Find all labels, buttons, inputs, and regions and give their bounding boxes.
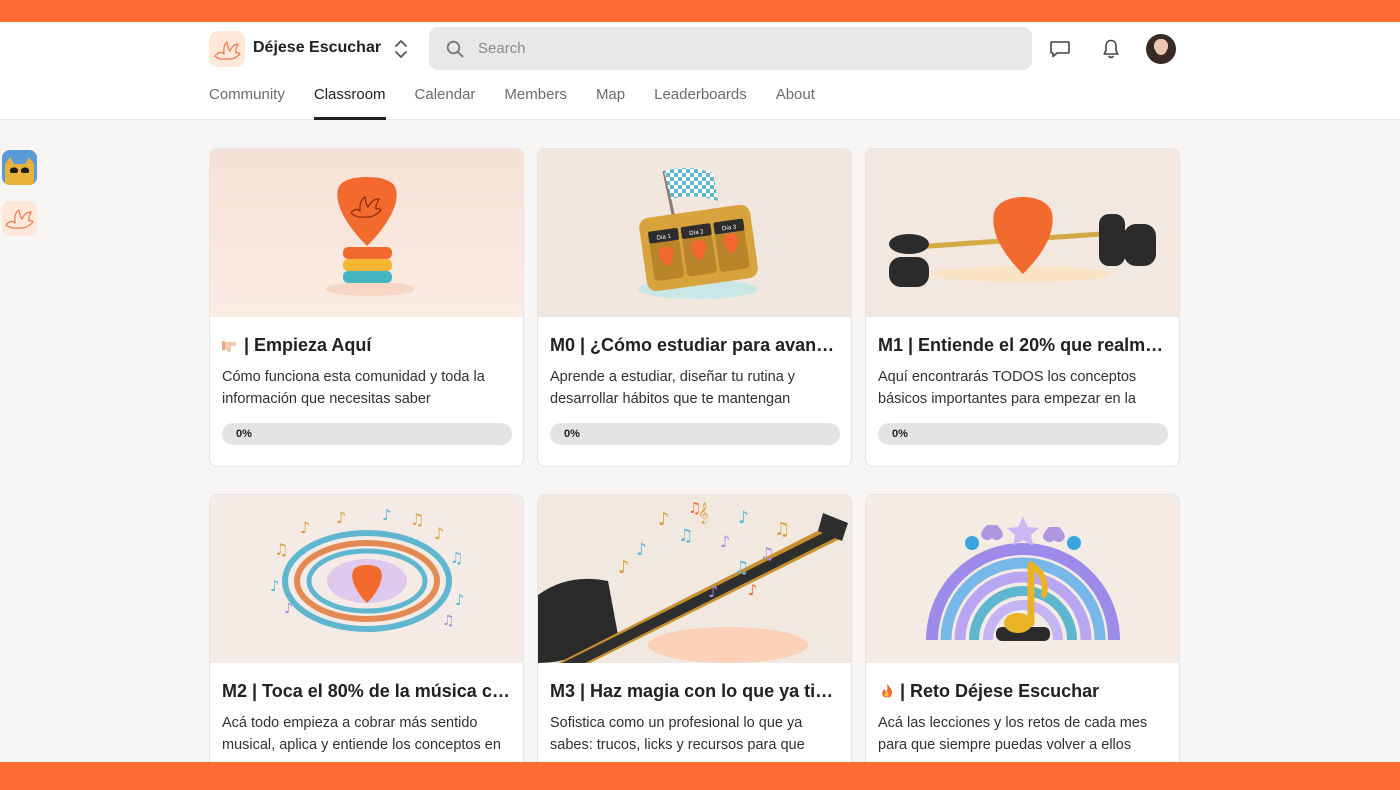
svg-text:♪: ♪ xyxy=(336,508,346,527)
bell-icon[interactable] xyxy=(1099,37,1123,61)
bottom-accent-band xyxy=(0,762,1400,790)
community-logo-icon[interactable] xyxy=(209,31,245,67)
course-card[interactable]: | Reto Déjese Escuchar Acá las lecciones… xyxy=(865,494,1180,790)
course-thumbnail xyxy=(210,149,523,317)
course-progress: 0% xyxy=(878,423,1168,445)
tab-community[interactable]: Community xyxy=(209,86,285,120)
course-thumbnail xyxy=(866,149,1179,317)
fire-icon xyxy=(882,684,892,698)
search-input[interactable] xyxy=(478,40,998,57)
progress-label: 0% xyxy=(236,428,252,440)
sidebar-community-dejese-icon[interactable] xyxy=(2,201,37,236)
search-icon xyxy=(446,40,464,57)
course-progress: 0% xyxy=(550,423,840,445)
svg-text:♪: ♪ xyxy=(270,577,280,595)
tab-classroom[interactable]: Classroom xyxy=(313,86,386,120)
svg-text:♫: ♫ xyxy=(410,510,424,529)
svg-text:♫: ♫ xyxy=(442,613,455,629)
community-switcher-icon[interactable] xyxy=(392,38,410,60)
svg-text:♫: ♫ xyxy=(774,519,790,540)
course-card[interactable]: ♪ ♪ ♫ ♪ ♫ ♪ ♫ ♪ ♪ ♪ ♫ M2 | Toca el 80% de la mú… xyxy=(209,494,524,790)
course-title[interactable]: M0 | ¿Cómo estudiar para avanzar rápido? xyxy=(550,335,842,356)
course-thumbnail: Día 1 Día 2 Día 3 xyxy=(538,149,851,317)
svg-text:♪: ♪ xyxy=(284,601,293,617)
tab-about[interactable]: About xyxy=(776,86,815,120)
course-description: Acá las lecciones y los retos de cada me… xyxy=(878,715,1148,753)
course-card[interactable]: ♪ 𝄞 ♫ ♪ ♫ ♪ ♪ ♫ ♪ ♫ ♪ ♫ ♪ M3 | Haz magia con lo q… xyxy=(537,494,852,790)
course-card[interactable]: Día 1 Día 2 Día 3 M0 | ¿Cómo estudiar pa… xyxy=(537,148,852,467)
svg-text:♪: ♪ xyxy=(300,518,310,537)
course-title[interactable]: | Empieza Aquí xyxy=(222,335,514,356)
svg-text:♫: ♫ xyxy=(274,540,288,559)
sidebar-community-cat-icon[interactable] xyxy=(2,150,37,185)
svg-text:♪: ♪ xyxy=(748,581,758,599)
search-bar[interactable] xyxy=(429,27,1032,70)
course-description: Aquí encontrarás TODOS los conceptos bás… xyxy=(878,369,1137,407)
user-avatar[interactable] xyxy=(1146,34,1176,64)
course-card[interactable]: | Empieza Aquí Cómo funciona esta comuni… xyxy=(209,148,524,467)
tab-calendar[interactable]: Calendar xyxy=(415,86,476,120)
top-accent-band xyxy=(0,0,1400,22)
course-progress: 0% xyxy=(222,423,512,445)
svg-text:♪: ♪ xyxy=(455,591,465,609)
course-title[interactable]: M1 | Entiende el 20% que realmente impor… xyxy=(878,335,1170,356)
svg-text:♪: ♪ xyxy=(618,557,630,578)
pointing-hand-icon xyxy=(222,341,236,352)
course-description: Cómo funciona esta comunidad y toda la i… xyxy=(222,369,485,407)
chat-icon[interactable] xyxy=(1048,37,1072,61)
svg-text:♫: ♫ xyxy=(760,544,774,563)
svg-text:♫: ♫ xyxy=(688,499,701,517)
course-title[interactable]: M3 | Haz magia con lo que ya tienes xyxy=(550,681,842,702)
svg-text:♪: ♪ xyxy=(636,540,647,560)
course-thumbnail: ♪ 𝄞♫♪ ♫♪♪♫ ♪♫♪ ♫♪ xyxy=(538,495,851,663)
svg-text:♪: ♪ xyxy=(720,532,730,551)
course-description: Acá todo empieza a cobrar más sentido mu… xyxy=(222,715,501,753)
course-description: Sofistica como un profesional lo que ya … xyxy=(550,715,805,753)
svg-text:♫: ♫ xyxy=(678,526,693,546)
header: Déjese Escuchar Community Classroom Cale… xyxy=(0,22,1400,120)
svg-text:♪: ♪ xyxy=(434,524,444,543)
tab-members[interactable]: Members xyxy=(504,86,567,120)
course-description: Aprende a estudiar, diseñar tu rutina y … xyxy=(550,369,796,407)
tab-map[interactable]: Map xyxy=(596,86,625,120)
community-name[interactable]: Déjese Escuchar xyxy=(253,39,381,57)
svg-text:♪: ♪ xyxy=(658,509,670,530)
svg-text:♪: ♪ xyxy=(382,506,392,524)
nav-tabs: Community Classroom Calendar Members Map… xyxy=(209,86,844,120)
course-title[interactable]: | Reto Déjese Escuchar xyxy=(878,681,1170,702)
course-thumbnail: ♪♪ ♫ ♪♫ ♪♫♪♪ ♪♫ xyxy=(210,495,523,663)
svg-text:♪: ♪ xyxy=(708,582,718,601)
course-card[interactable]: M1 | Entiende el 20% que realmente impor… xyxy=(865,148,1180,467)
tab-leaderboards[interactable]: Leaderboards xyxy=(654,86,747,120)
course-thumbnail xyxy=(866,495,1179,663)
svg-text:♪: ♪ xyxy=(738,508,749,528)
progress-label: 0% xyxy=(564,428,580,440)
svg-text:♫: ♫ xyxy=(734,558,749,578)
progress-label: 0% xyxy=(892,428,908,440)
svg-text:♫: ♫ xyxy=(450,549,463,567)
course-title[interactable]: M2 | Toca el 80% de la música con pocos … xyxy=(222,681,514,702)
